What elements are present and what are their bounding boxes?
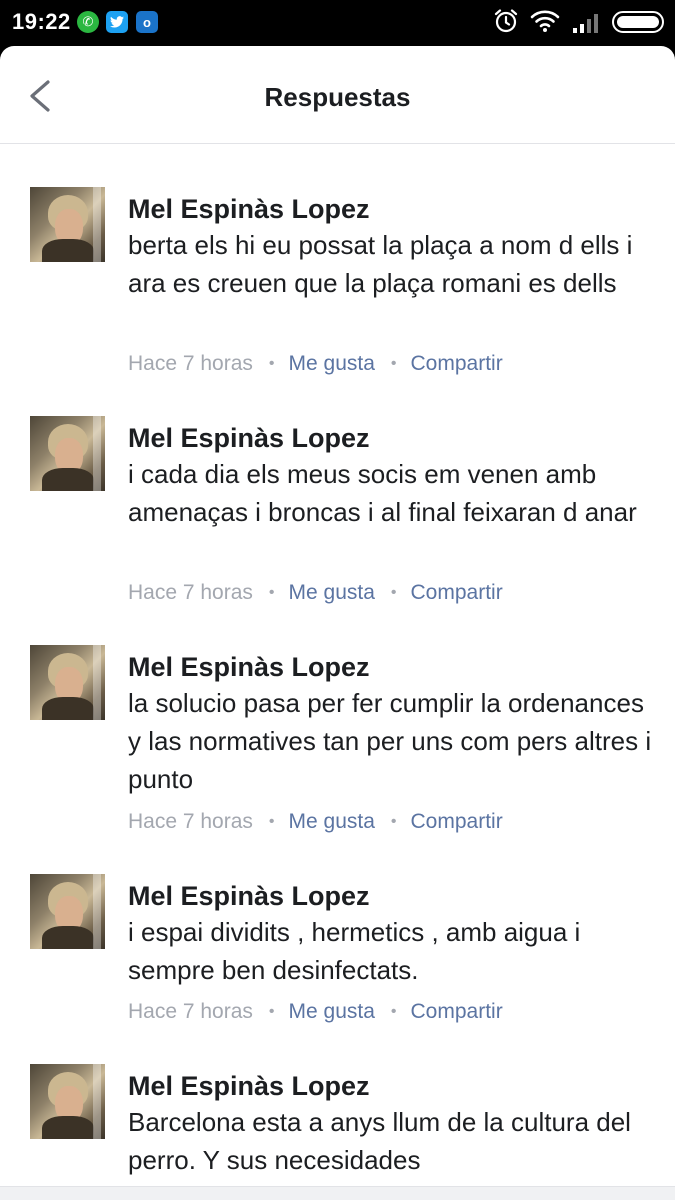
separator-dot: • bbox=[390, 813, 397, 830]
signal-icon bbox=[573, 14, 598, 33]
comment-author[interactable]: Mel Espinàs Lopez bbox=[128, 194, 370, 225]
avatar[interactable] bbox=[30, 416, 105, 491]
page-title: Respuestas bbox=[264, 82, 411, 112]
separator-dot: • bbox=[268, 584, 275, 601]
wifi-icon bbox=[530, 10, 560, 32]
comment-meta: Hace 7 horas • Me gusta • Compartir bbox=[128, 581, 503, 605]
comment-text: Barcelona esta a anys llum de la cultura… bbox=[128, 1107, 631, 1175]
outlook-icon: o bbox=[136, 11, 158, 33]
share-button[interactable]: Compartir bbox=[411, 581, 503, 604]
whatsapp-icon: ✆ bbox=[77, 11, 99, 33]
separator-dot: • bbox=[390, 1003, 397, 1020]
comment-text: i cada dia els meus socis em venen amb a… bbox=[128, 459, 637, 527]
comment-author[interactable]: Mel Espinàs Lopez bbox=[128, 881, 370, 912]
comment-time: Hace 7 horas bbox=[128, 352, 253, 375]
comment-text: i espai dividits , hermetics , amb aigua… bbox=[128, 917, 581, 985]
share-button[interactable]: Compartir bbox=[411, 810, 503, 833]
like-button[interactable]: Me gusta bbox=[289, 581, 375, 604]
like-button[interactable]: Me gusta bbox=[289, 352, 375, 375]
separator-dot: • bbox=[268, 1003, 275, 1020]
comment-meta: Hace 7 horas • Me gusta • Compartir bbox=[128, 810, 503, 834]
separator-dot: • bbox=[268, 813, 275, 830]
comment-meta: Hace 7 horas • Me gusta • Compartir bbox=[128, 352, 503, 376]
comment-author[interactable]: Mel Espinàs Lopez bbox=[128, 423, 370, 454]
separator-dot: • bbox=[268, 355, 275, 372]
comment-time: Hace 7 horas bbox=[128, 1000, 253, 1023]
comment-author[interactable]: Mel Espinàs Lopez bbox=[128, 652, 370, 683]
bottom-bar bbox=[0, 1186, 675, 1200]
status-time: 19:22 bbox=[12, 9, 71, 34]
replies-sheet: Respuestas Mel Espinàs Lopez berta els h… bbox=[0, 46, 675, 1200]
status-bar: 19:22 ✆ o bbox=[0, 0, 675, 46]
comment-text: la solucio pasa per fer cumplir la orden… bbox=[128, 688, 652, 794]
share-button[interactable]: Compartir bbox=[411, 352, 503, 375]
separator-dot: • bbox=[390, 584, 397, 601]
comment-time: Hace 7 horas bbox=[128, 810, 253, 833]
header: Respuestas bbox=[0, 46, 675, 144]
avatar[interactable] bbox=[30, 874, 105, 949]
avatar[interactable] bbox=[30, 1064, 105, 1139]
twitter-icon bbox=[106, 11, 128, 33]
comment-time: Hace 7 horas bbox=[128, 581, 253, 604]
avatar[interactable] bbox=[30, 645, 105, 720]
comment-meta: Hace 7 horas • Me gusta • Compartir bbox=[128, 1000, 503, 1024]
comment-author[interactable]: Mel Espinàs Lopez bbox=[128, 1071, 370, 1102]
avatar[interactable] bbox=[30, 187, 105, 262]
separator-dot: • bbox=[390, 355, 397, 372]
comment-text: berta els hi eu possat la plaça a nom d … bbox=[128, 230, 633, 298]
like-button[interactable]: Me gusta bbox=[289, 810, 375, 833]
like-button[interactable]: Me gusta bbox=[289, 1000, 375, 1023]
battery-icon bbox=[612, 11, 664, 33]
alarm-icon bbox=[494, 9, 518, 33]
share-button[interactable]: Compartir bbox=[411, 1000, 503, 1023]
